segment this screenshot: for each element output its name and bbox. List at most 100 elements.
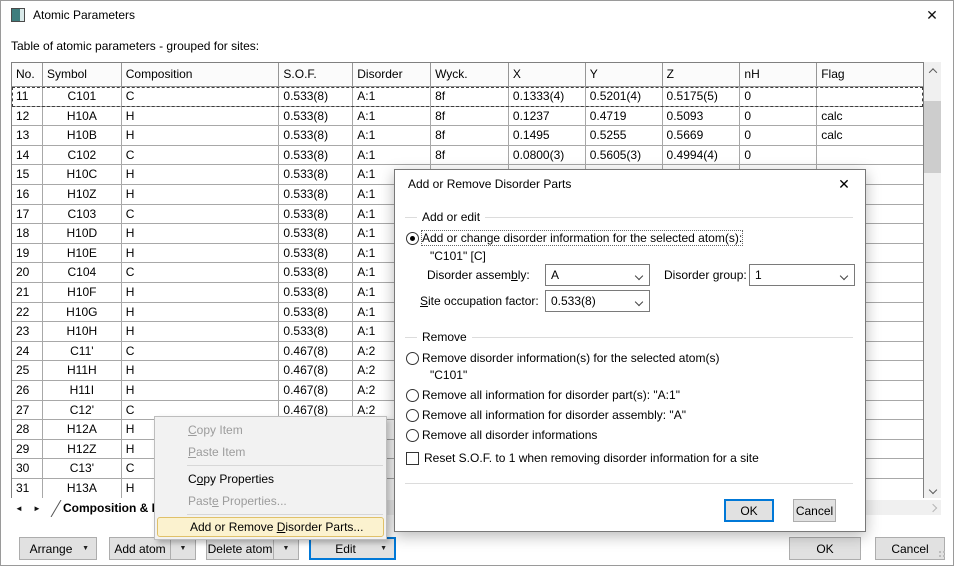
table-cell: 0.533(8) [279,205,353,224]
context-menu-item[interactable]: Paste Properties... [156,490,385,512]
main-ok-button-label: OK [790,542,860,556]
tab-scroll-right-button[interactable]: ► [29,502,45,516]
radio-remove-disorder-assembly[interactable] [406,409,419,422]
table-cell: 0.467(8) [279,361,353,380]
table-cell: 0.467(8) [279,342,353,361]
arrange-button[interactable]: Arrange ▼ [19,537,97,560]
table-cell: 17 [12,205,43,224]
column-header-wyck[interactable]: Wyck. [431,63,509,87]
table-cell: H11H [43,361,122,380]
radio-remove-selected-atoms[interactable] [406,352,419,365]
radio-remove-all-disorder[interactable] [406,429,419,442]
table-cell: 24 [12,342,43,361]
table-cell: C101 [43,87,122,106]
chevron-up-icon [928,68,936,76]
table-cell: 0.5669 [663,126,741,145]
table-cell: H13A [43,479,122,499]
window-title: Atomic Parameters [33,1,135,29]
dialog-ok-button[interactable]: OK [724,499,774,522]
table-row[interactable]: 12H10AH0.533(8)A:18f0.12370.47190.50930c… [12,107,923,127]
radio-remove-disorder-assembly-label[interactable]: Remove all information for disorder asse… [422,408,686,422]
add-or-edit-group-header: Add or edit [405,210,853,224]
dialog-ok-button-label: OK [726,504,772,518]
reset-sof-checkbox[interactable] [406,452,419,465]
table-cell: 0 [740,107,817,126]
scroll-up-button[interactable] [924,62,941,79]
tab-composition[interactable]: Composition & F [63,501,159,515]
table-cell: C11' [43,342,122,361]
table-cell: 16 [12,185,43,204]
resize-grip-icon[interactable] [939,551,941,553]
table-cell: 28 [12,420,43,439]
table-cell: 0.1237 [509,107,586,126]
column-header-symbol[interactable]: Symbol [43,63,122,87]
dialog-cancel-button[interactable]: Cancel [793,499,836,522]
column-header-no[interactable]: No. [12,63,43,87]
table-row[interactable]: 13H10BH0.533(8)A:18f0.14950.52550.56690c… [12,126,923,146]
table-cell: H [122,361,280,380]
radio-add-disorder-label[interactable]: Add or change disorder information for t… [422,231,742,245]
scrollbar-thumb[interactable] [924,101,941,173]
table-cell [817,146,923,165]
radio-remove-all-disorder-label[interactable]: Remove all disorder informations [422,428,597,442]
tab-scroll-left-button[interactable]: ◄ [11,502,27,516]
radio-remove-disorder-part-label[interactable]: Remove all information for disorder part… [422,388,680,402]
scroll-down-button[interactable] [924,481,941,498]
group-line [485,217,853,218]
table-cell: 0.533(8) [279,126,353,145]
table-cell: 0.4994(4) [663,146,741,165]
table-row[interactable]: 14C102C0.533(8)A:18f0.0800(3)0.5605(3)0.… [12,146,923,166]
context-menu-item[interactable]: Paste Item [156,441,385,463]
table-cell: H [122,126,280,145]
radio-remove-selected-atoms-label[interactable]: Remove disorder information(s) for the s… [422,351,719,365]
table-cell: C104 [43,263,122,282]
column-header-z[interactable]: Z [663,63,741,87]
radio-remove-disorder-part[interactable] [406,389,419,402]
table-cell: A:1 [353,107,431,126]
add-atom-button[interactable]: Add atom ▼ [109,537,196,560]
delete-atom-button[interactable]: Delete atom ▼ [206,537,299,560]
table-cell: 8f [431,107,509,126]
column-header-x[interactable]: X [509,63,586,87]
disorder-group-combobox[interactable]: 1 [749,264,855,286]
delete-atom-dropdown-arrow[interactable]: ▼ [274,545,298,552]
table-row[interactable]: 11C101C0.533(8)A:18f0.1333(4)0.5201(4)0.… [12,87,923,107]
dialog-close-icon[interactable]: ✕ [829,170,859,198]
column-header-nh[interactable]: nH [740,63,817,87]
table-cell [817,87,923,106]
vertical-scrollbar[interactable] [924,62,941,498]
dialog-title: Add or Remove Disorder Parts [408,170,571,198]
edit-button[interactable]: Edit ▼ [309,537,396,560]
column-header-y[interactable]: Y [586,63,663,87]
column-header-flag[interactable]: Flag [817,63,923,87]
chevron-right-icon [928,503,936,511]
table-cell: 0 [740,87,817,106]
scroll-right-button[interactable] [924,500,941,515]
column-header-disorder[interactable]: Disorder [353,63,431,87]
context-menu-item[interactable]: Copy Properties [156,468,385,490]
reset-sof-checkbox-label[interactable]: Reset S.O.F. to 1 when removing disorder… [424,451,759,465]
site-occupation-combobox[interactable]: 0.533(8) [545,290,650,312]
remove-group-header: Remove [405,330,853,344]
context-menu-item[interactable]: Add or Remove Disorder Parts... [157,517,384,537]
table-cell: H12A [43,420,122,439]
disorder-assembly-combobox[interactable]: A [545,264,650,286]
table-cell: H11I [43,381,122,400]
table-cell: 0.5255 [586,126,663,145]
table-cell: C [122,205,280,224]
table-cell: H10H [43,322,122,341]
table-cell: 25 [12,361,43,380]
table-cell: H [122,303,280,322]
radio-add-disorder[interactable] [406,232,419,245]
remove-group-label: Remove [422,330,467,344]
column-header-sof[interactable]: S.O.F. [279,63,353,87]
context-menu-item[interactable]: Copy Item [156,419,385,441]
chevron-down-icon: ▼ [82,545,96,552]
close-icon[interactable]: ✕ [915,1,949,29]
chevron-down-icon: ▼ [380,545,394,552]
main-cancel-button-label: Cancel [876,542,944,556]
main-cancel-button[interactable]: Cancel [875,537,945,560]
main-ok-button[interactable]: OK [789,537,861,560]
column-header-composition[interactable]: Composition [122,63,280,87]
add-atom-dropdown-arrow[interactable]: ▼ [171,545,195,552]
